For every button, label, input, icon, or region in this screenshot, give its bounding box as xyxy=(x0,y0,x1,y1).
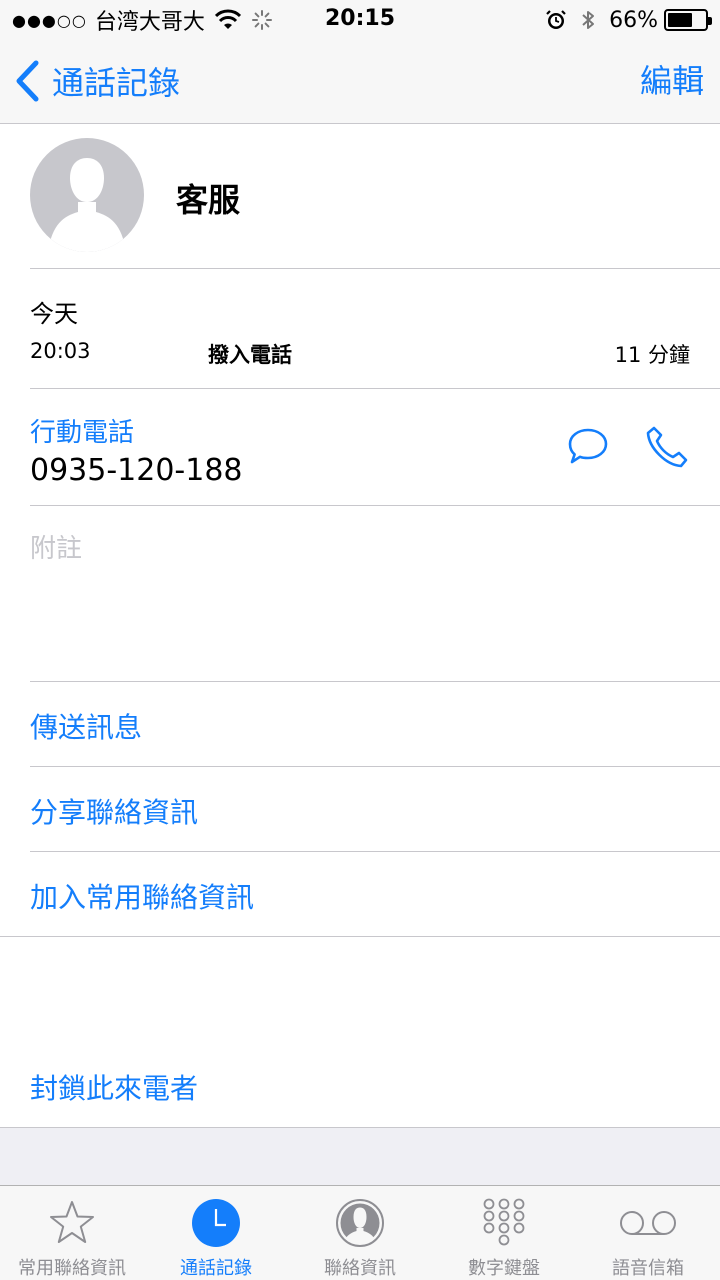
message-bubble-icon[interactable] xyxy=(566,425,610,469)
status-right: 66% xyxy=(545,6,712,34)
tab-voicemail[interactable]: 語音信箱 xyxy=(576,1186,720,1280)
phone-number[interactable]: 0935-120-188 xyxy=(30,453,243,488)
share-contact-button[interactable]: 分享聯絡資訊 xyxy=(30,791,198,831)
keypad-icon xyxy=(483,1198,525,1246)
back-button[interactable]: 通話記錄 xyxy=(14,58,180,104)
person-silhouette-icon xyxy=(48,158,126,252)
tab-label: 數字鍵盤 xyxy=(468,1258,540,1279)
add-to-favorites-button[interactable]: 加入常用聯絡資訊 xyxy=(30,876,254,916)
clock-icon xyxy=(192,1199,240,1247)
divider xyxy=(30,851,720,852)
call-duration: 11 分鐘 xyxy=(614,343,690,367)
divider xyxy=(30,505,720,506)
tab-recents[interactable]: 通話記錄 xyxy=(144,1186,288,1280)
battery-percentage: 66% xyxy=(609,7,658,33)
alarm-icon xyxy=(546,10,566,29)
back-button-label: 通話記錄 xyxy=(52,64,181,102)
tab-bar: 常用聯絡資訊 通話記錄 聯絡資訊 數字鍵盤 語音信箱 xyxy=(0,1185,720,1280)
notes-field[interactable]: 附註 xyxy=(30,528,82,565)
star-icon xyxy=(50,1201,94,1243)
tab-label: 聯絡資訊 xyxy=(324,1258,396,1279)
tab-label: 通話記錄 xyxy=(180,1258,252,1279)
divider xyxy=(30,388,720,389)
tab-keypad[interactable]: 數字鍵盤 xyxy=(432,1186,576,1280)
voicemail-icon xyxy=(620,1211,676,1235)
chevron-left-icon xyxy=(16,60,39,102)
phone-label: 行動電話 xyxy=(30,418,135,448)
send-message-button[interactable]: 傳送訊息 xyxy=(30,706,142,746)
battery-icon xyxy=(664,9,712,31)
divider xyxy=(30,766,720,767)
call-type: 撥入電話 xyxy=(208,343,292,367)
battery-fill xyxy=(668,13,692,27)
battery-nub xyxy=(708,17,712,25)
block-caller-button[interactable]: 封鎖此來電者 xyxy=(30,1067,198,1107)
navigation-bar: 通話記錄 編輯 xyxy=(0,40,720,124)
avatar xyxy=(30,138,144,252)
tab-label: 常用聯絡資訊 xyxy=(18,1258,126,1279)
divider xyxy=(30,681,720,682)
tab-contacts[interactable]: 聯絡資訊 xyxy=(288,1186,432,1280)
divider xyxy=(30,268,720,269)
tab-label: 語音信箱 xyxy=(612,1258,684,1279)
bottom-spacer xyxy=(0,1128,720,1185)
divider xyxy=(0,936,720,937)
call-time: 20:03 xyxy=(30,339,91,363)
contact-icon xyxy=(336,1199,384,1247)
edit-button[interactable]: 編輯 xyxy=(640,58,704,104)
status-bar: ●●●○○ 台湾大哥大 20:15 66% xyxy=(0,0,720,40)
bluetooth-icon xyxy=(582,11,595,29)
phone-icon[interactable] xyxy=(644,424,690,470)
call-day: 今天 xyxy=(30,300,78,328)
tab-favorites[interactable]: 常用聯絡資訊 xyxy=(0,1186,144,1280)
contact-name: 客服 xyxy=(176,181,241,219)
